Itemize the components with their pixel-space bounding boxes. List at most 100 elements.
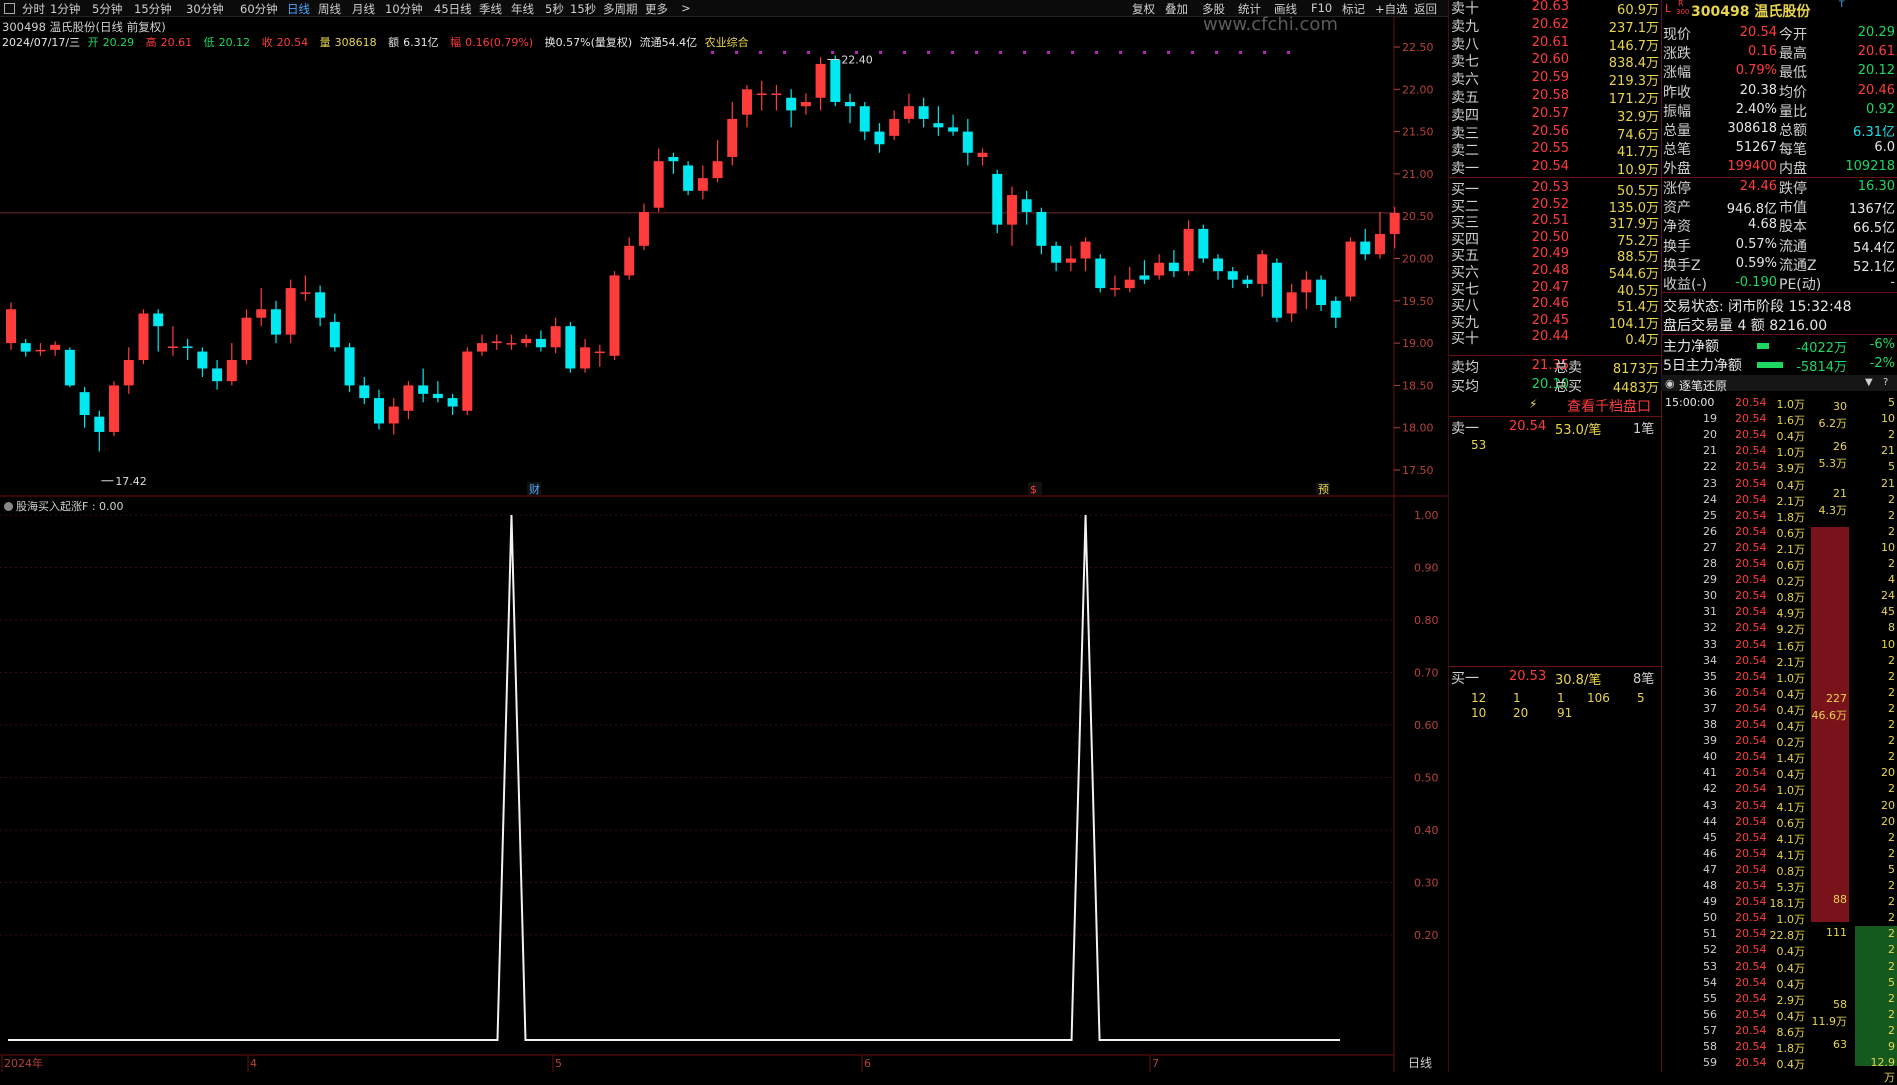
block-amount: 11.9万 <box>1811 1015 1848 1028</box>
candle-body <box>977 152 988 157</box>
candle-body <box>374 398 384 424</box>
tick-volume: 1.8万 <box>1776 510 1806 524</box>
orderbook-divider <box>1449 416 1661 417</box>
tick-seq: 49 <box>1703 895 1717 909</box>
price-axis-label: 21.00 <box>1402 168 1434 181</box>
candle-body <box>565 326 576 369</box>
tick-seq: 30 <box>1703 589 1717 603</box>
signal-dot <box>1239 51 1242 54</box>
tick-volume: 0.4万 <box>1776 961 1806 975</box>
block-count: 26 <box>1833 440 1847 453</box>
quote-value: 199400 <box>1727 159 1777 175</box>
tick-seq: 31 <box>1703 605 1717 619</box>
candle-body <box>786 97 797 111</box>
tick-right-value: 4 <box>1888 573 1895 587</box>
tick-seq: 20 <box>1703 428 1717 442</box>
sell-level-volume: 74.6万 <box>1617 127 1659 143</box>
tick-volume: 0.4万 <box>1776 478 1806 492</box>
quote-value: 20.29 <box>1857 25 1895 40</box>
candle-body <box>6 309 16 344</box>
candle-body <box>1080 241 1091 259</box>
candle-body <box>270 309 281 335</box>
tick-seq: 55 <box>1703 991 1717 1005</box>
tick-right-value: 2 <box>1888 524 1895 538</box>
quote-divider <box>1661 292 1897 293</box>
candle-body <box>1168 262 1179 272</box>
candle-body <box>344 347 355 386</box>
price-axis-label: 20.50 <box>1402 210 1434 223</box>
buy1-label: 买一 <box>1451 671 1479 687</box>
tick-seq: 53 <box>1703 959 1717 973</box>
tick-right-value: 45 <box>1881 605 1895 619</box>
tick-seq: 37 <box>1703 701 1717 715</box>
tick-volume: 1.0万 <box>1776 446 1806 460</box>
help-icon[interactable]: ? <box>1883 377 1888 388</box>
filter-icon[interactable]: ▼ <box>1865 377 1873 388</box>
sell-level-price: 20.55 <box>1531 141 1569 157</box>
quote-label: 跌停 <box>1779 181 1807 197</box>
quote-divider <box>1661 334 1897 335</box>
candle-body <box>1051 245 1062 263</box>
signal-dot <box>759 51 762 54</box>
candle-body <box>64 349 75 386</box>
candle-body <box>800 101 811 107</box>
candle-body <box>1213 258 1224 272</box>
quote-label: 昨收 <box>1663 84 1691 101</box>
tick-right-value: 2 <box>1888 830 1895 844</box>
candle-body <box>109 385 120 432</box>
quote-value: 0.59% <box>1735 255 1777 271</box>
x-axis-label: 2024年 <box>4 1056 43 1070</box>
sum-value: 8173万 <box>1612 362 1659 377</box>
tick-right-value: 5 <box>1888 396 1895 409</box>
quote-value: 20.38 <box>1739 82 1777 98</box>
tick-right-value: 2 <box>1888 492 1895 506</box>
x-axis-label: 7 <box>1152 1057 1159 1070</box>
tick-volume: 4.9万 <box>1776 607 1806 621</box>
candle-body <box>1036 211 1047 246</box>
tick-seq: 54 <box>1703 975 1717 989</box>
tick-right-value: 24 <box>1881 589 1895 603</box>
quote-label: 均价 <box>1779 84 1807 101</box>
candle-body <box>241 317 252 361</box>
quote-label: 振幅 <box>1663 103 1691 120</box>
period-label[interactable]: 日线 <box>1408 1054 1432 1071</box>
candle-body <box>933 123 944 128</box>
tick-volume: 0.8万 <box>1776 591 1806 605</box>
candle-body <box>535 338 546 348</box>
signal-dot <box>1215 51 1218 54</box>
quote-value: 308618 <box>1727 121 1777 136</box>
indicator-axis-label: 0.60 <box>1414 719 1439 732</box>
block-amount: 46.6万 <box>1811 709 1848 722</box>
candle-body <box>197 351 208 369</box>
tick-right-value: 2 <box>1888 943 1895 957</box>
tick-right-value: 9 <box>1888 1040 1895 1053</box>
thousand-level-button[interactable]: 查看千档盘口 <box>1567 396 1651 416</box>
quote-value: 66.5亿 <box>1853 221 1895 237</box>
tick-right-value: 20 <box>1881 766 1895 780</box>
lightning-icon: ⚡ <box>1529 397 1538 411</box>
tick-volume: 0.4万 <box>1776 720 1806 733</box>
candle-body <box>1006 195 1017 225</box>
tick-volume: 9.2万 <box>1776 623 1806 637</box>
tick-right-value: 2 <box>1888 959 1895 973</box>
candle-body <box>359 385 370 399</box>
tick-volume: 0.6万 <box>1776 526 1806 540</box>
ticks-toggle-icon[interactable]: ◉ <box>1665 377 1675 390</box>
tick-volume: 0.6万 <box>1776 559 1806 572</box>
candle-body <box>1242 279 1253 284</box>
tick-time: 15:00:00 <box>1665 396 1715 409</box>
x-axis-label: 4 <box>250 1057 257 1070</box>
t-badge: T <box>1839 0 1845 10</box>
tick-volume: 1.4万 <box>1776 752 1806 766</box>
candle-body <box>226 360 237 382</box>
quote-label: 涨跌 <box>1663 46 1691 63</box>
signal-dot <box>927 51 930 54</box>
settings-icon[interactable] <box>4 502 13 511</box>
tick-right-value: 20 <box>1881 798 1895 812</box>
candle-body <box>683 165 694 191</box>
tick-volume: 0.4万 <box>1776 430 1806 444</box>
candle-body <box>300 292 311 294</box>
candle-body <box>697 178 708 191</box>
candle-body <box>182 346 193 348</box>
kline-chart[interactable]: 22.50 22.00 21.50 21.00 20.50 20.00 19.50 19.00… <box>0 0 1448 1072</box>
